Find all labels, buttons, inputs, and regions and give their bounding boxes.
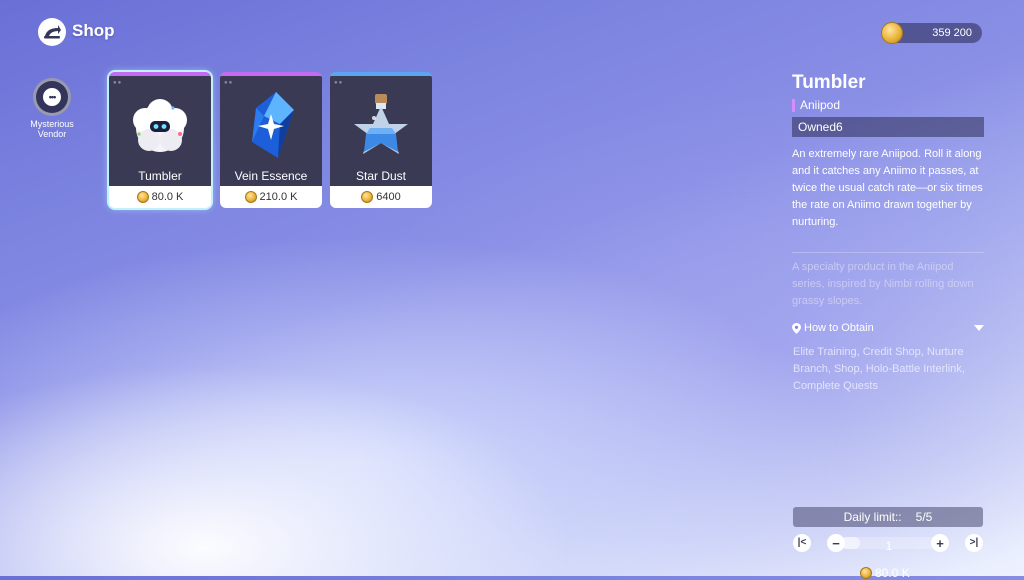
rarity-strip <box>330 72 432 76</box>
plus-icon: + <box>936 535 944 551</box>
minus-icon: − <box>832 535 840 551</box>
chevron-down-icon <box>974 325 984 331</box>
how-to-obtain-label: How to Obtain <box>804 322 874 334</box>
vendor-tab-mysterious-vendor[interactable]: ••• Mysterious Vendor <box>22 78 82 139</box>
detail-category: Aniipod <box>792 99 840 112</box>
vendor-icon: ••• <box>33 78 71 116</box>
coin-icon <box>860 567 872 579</box>
crystal-icon <box>252 92 294 158</box>
coin-icon <box>136 191 149 203</box>
item-name: Tumbler <box>138 169 182 183</box>
rarity-strip <box>220 72 322 76</box>
quantity-slider[interactable]: 1 <box>841 537 937 553</box>
owned-count: Owned6 <box>792 117 984 137</box>
item-price: 210.0 K <box>220 186 322 208</box>
item-price: 80.0 K <box>109 186 211 208</box>
item-card-vein-essence[interactable]: ●● Vein Essence 210.0 K <box>220 72 322 208</box>
tumbler-icon <box>133 99 187 152</box>
item-name: Vein Essence <box>234 169 308 183</box>
quantity-stepper: |< − 1 + >| <box>793 534 983 553</box>
item-description: An extremely rare Aniipod. Roll it along… <box>792 148 983 228</box>
total-price: 80.0 K <box>860 566 910 580</box>
daily-limit: Daily limit:: 5/5 <box>793 507 983 527</box>
daily-limit-label: Daily limit:: <box>843 510 902 524</box>
rarity-strip <box>109 72 211 76</box>
item-lore: A specialty product in the Aniipod serie… <box>792 261 974 307</box>
coin-icon <box>361 191 374 203</box>
currency-balance: 359 200 <box>881 22 982 44</box>
back-arrow-icon <box>44 25 61 39</box>
star-bottle-icon <box>354 94 408 154</box>
item-card-star-dust[interactable]: ●● Star Dust 6400 <box>330 72 432 208</box>
item-name: Star Dust <box>355 169 406 183</box>
quantity-value: 1 <box>885 539 893 553</box>
page-title: Shop <box>72 21 115 40</box>
coin-icon <box>881 22 903 44</box>
item-card-tumbler[interactable]: ●● Tumbler 80.0 K <box>109 72 211 208</box>
daily-limit-value: 5/5 <box>915 510 933 524</box>
currency-amount: 359 200 <box>932 27 972 39</box>
coin-icon <box>244 191 257 203</box>
max-quantity-button[interactable]: >| <box>965 534 983 552</box>
vendor-label: Mysterious Vendor <box>30 119 74 139</box>
min-quantity-button[interactable]: |< <box>793 534 811 552</box>
detail-title: Tumbler <box>792 72 866 93</box>
skip-to-end-icon: >| <box>969 537 979 548</box>
back-button[interactable] <box>38 18 66 46</box>
how-to-obtain-toggle[interactable]: How to Obtain <box>792 322 984 334</box>
increase-button[interactable]: + <box>931 534 949 552</box>
obtain-sources: Elite Training, Credit Shop, Nurture Bra… <box>793 346 965 392</box>
item-price: 6400 <box>330 186 432 208</box>
skip-to-start-icon: |< <box>797 537 807 548</box>
divider <box>792 252 984 253</box>
location-pin-icon <box>792 322 801 334</box>
